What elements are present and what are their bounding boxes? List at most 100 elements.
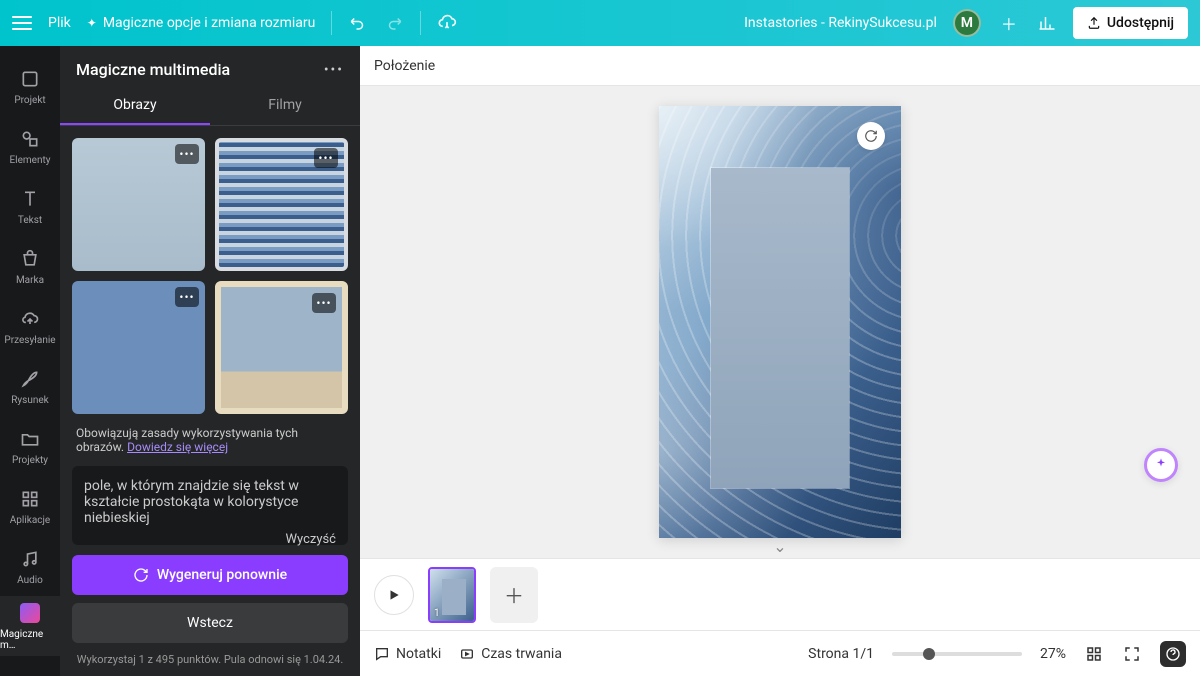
sidebar-item-draw[interactable]: Rysunek (0, 356, 60, 416)
brand-icon (18, 247, 42, 271)
sidebar-item-apps[interactable]: Aplikacje (0, 476, 60, 536)
clear-button[interactable]: Wyczyść (285, 532, 336, 547)
undo-icon[interactable] (348, 14, 368, 32)
refresh-icon (864, 129, 878, 143)
play-button[interactable] (374, 575, 414, 615)
sidebar-item-label: Magiczne m… (0, 629, 60, 651)
sidebar-item-label: Audio (17, 575, 43, 586)
divider (420, 11, 421, 35)
generated-image[interactable]: ••• (72, 281, 205, 414)
sidebar-item-label: Aplikacje (10, 515, 50, 526)
sidebar-item-design[interactable]: Projekt (0, 56, 60, 116)
sidebar-item-label: Marka (16, 275, 44, 286)
ai-assistant-button[interactable] (1144, 448, 1178, 482)
panel-more-icon[interactable]: ••• (324, 62, 344, 78)
play-icon (387, 588, 401, 602)
sidebar-item-label: Tekst (18, 215, 42, 226)
artboard-element[interactable] (711, 168, 849, 488)
sidebar-item-label: Przesyłanie (4, 335, 55, 346)
prompt-text: pole, w którym znajdzie się tekst w kszt… (84, 478, 299, 526)
zoom-slider[interactable] (892, 652, 1022, 656)
sidebar-item-text[interactable]: Tekst (0, 176, 60, 236)
page-thumbnail[interactable]: 1 (428, 567, 476, 623)
sidebar-item-magic-media[interactable]: Magiczne m… (0, 596, 60, 656)
menu-icon[interactable] (12, 16, 32, 30)
generated-image[interactable]: ••• (215, 138, 348, 271)
zoom-thumb[interactable] (923, 648, 935, 660)
regenerate-badge[interactable] (857, 122, 885, 150)
draw-icon (18, 367, 42, 391)
sidebar-nav: Projekt Elementy Tekst Marka Przesyłanie… (0, 46, 60, 676)
sidebar-item-audio[interactable]: Audio (0, 536, 60, 596)
back-button[interactable]: Wstecz (72, 603, 348, 643)
thumb-more-icon[interactable]: ••• (312, 293, 336, 313)
analytics-icon[interactable] (1037, 14, 1057, 32)
grid-view-icon[interactable] (1084, 644, 1104, 664)
folder-icon (18, 427, 42, 451)
thumb-more-icon[interactable]: ••• (175, 144, 199, 164)
chevron-down-icon[interactable]: ⌄ (773, 537, 786, 556)
text-icon (18, 187, 42, 211)
notes-label: Notatki (396, 646, 441, 662)
usage-note: Obowiązują zasady wykorzystywania tych o… (60, 414, 360, 458)
page-number: 1 (434, 608, 440, 619)
file-menu[interactable]: Plik (48, 15, 71, 31)
design-icon (18, 67, 42, 91)
sidebar-item-label: Rysunek (11, 395, 48, 406)
sidebar-item-label: Projekt (14, 95, 45, 106)
add-page-button[interactable]: ＋ (490, 567, 538, 623)
elements-icon (18, 127, 42, 151)
tab-images[interactable]: Obrazy (60, 87, 210, 125)
duration-label: Czas trwania (481, 646, 562, 662)
magic-resize-menu[interactable]: ✦ Magiczne opcje i zmiana rozmiaru (87, 15, 316, 31)
prompt-textarea[interactable]: pole, w którym znajdzie się tekst w kszt… (72, 466, 348, 545)
upload-cloud-icon (18, 307, 42, 331)
generate-label: Wygeneruj ponownie (157, 567, 287, 583)
upload-icon (1087, 16, 1101, 30)
redo-icon[interactable] (384, 14, 404, 32)
page-counter: Strona 1/1 (808, 646, 874, 662)
canvas-toolbar: Położenie (360, 46, 1200, 86)
sidebar-item-projects[interactable]: Projekty (0, 416, 60, 476)
thumb-more-icon[interactable]: ••• (314, 148, 338, 168)
cloud-sync-icon[interactable] (437, 13, 457, 33)
sidebar-item-brand[interactable]: Marka (0, 236, 60, 296)
sidebar-item-label: Projekty (12, 455, 48, 466)
duration-button[interactable]: Czas trwania (459, 646, 562, 662)
canvas-viewport[interactable]: ⌄ (360, 86, 1200, 558)
sidebar-item-elements[interactable]: Elementy (0, 116, 60, 176)
help-button[interactable] (1160, 641, 1186, 667)
clock-icon (459, 646, 475, 662)
panel-title: Magiczne multimedia (76, 60, 230, 79)
usage-link[interactable]: Dowiedz się więcej (127, 440, 228, 454)
apps-icon (18, 487, 42, 511)
zoom-value[interactable]: 27% (1040, 646, 1066, 662)
artboard[interactable] (659, 106, 901, 538)
notes-button[interactable]: Notatki (374, 646, 441, 662)
pages-strip: 1 ＋ (360, 558, 1200, 630)
fullscreen-icon[interactable] (1122, 644, 1142, 664)
sparkle-icon: ✦ (87, 16, 97, 30)
sidebar-item-uploads[interactable]: Przesyłanie (0, 296, 60, 356)
add-collaborator-button[interactable]: ＋ (997, 11, 1021, 35)
side-panel: Magiczne multimedia ••• Obrazy Filmy •••… (60, 46, 360, 676)
position-button[interactable]: Położenie (374, 58, 435, 74)
share-button[interactable]: Udostępnij (1073, 7, 1188, 39)
generate-button[interactable]: Wygeneruj ponownie (72, 555, 348, 595)
magic-media-icon (18, 601, 42, 625)
media-tabs: Obrazy Filmy (60, 87, 360, 126)
tab-videos[interactable]: Filmy (210, 87, 360, 125)
notes-icon (374, 646, 390, 662)
generated-image[interactable]: ••• (215, 281, 348, 414)
thumb-more-icon[interactable]: ••• (175, 287, 199, 307)
avatar[interactable]: M (953, 9, 981, 37)
generated-images-grid: ••• ••• ••• ••• (60, 126, 360, 414)
canvas-area: Położenie ⌄ 1 ＋ Notatki Czas trwania S (360, 46, 1200, 676)
divider (331, 11, 332, 35)
audio-icon (18, 547, 42, 571)
bottom-bar: Notatki Czas trwania Strona 1/1 27% (360, 630, 1200, 676)
regenerate-icon (133, 567, 149, 583)
sparkle-icon (1153, 457, 1169, 473)
generated-image[interactable]: ••• (72, 138, 205, 271)
document-title[interactable]: Instastories - RekinySukcesu.pl (744, 15, 937, 31)
